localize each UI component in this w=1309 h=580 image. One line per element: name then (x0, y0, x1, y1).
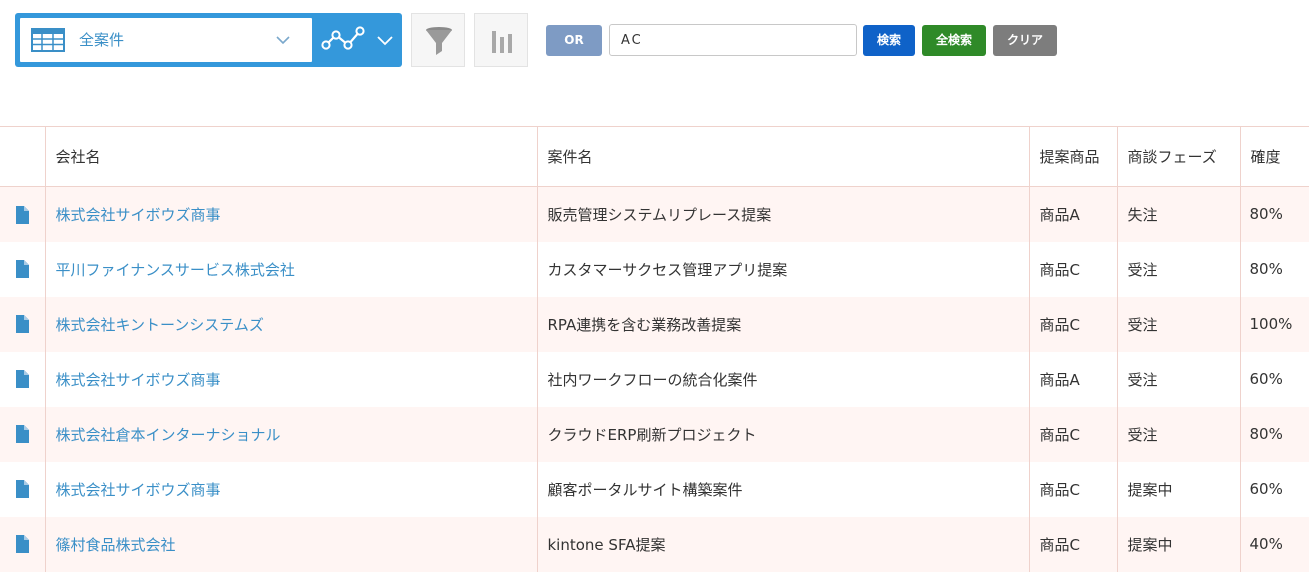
table-row: 株式会社サイボウズ商事 社内ワークフローの統合化案件 商品A 受注 60% (0, 351, 1309, 407)
phase-cell: 受注 (1116, 406, 1240, 462)
table-body: 株式会社サイボウズ商事 販売管理システムリプレース提案 商品A 失注 80% 平川ファイナ… (0, 186, 1309, 572)
product-cell: 商品C (1028, 461, 1117, 517)
probability-cell: 100% (1239, 296, 1309, 352)
header-phase[interactable]: 商談フェーズ (1116, 126, 1240, 187)
table-row: 篠村食品株式会社 kintone SFA提案 商品C 提案中 40% (0, 516, 1309, 572)
deal-cell: クラウドERP刷新プロジェクト (536, 406, 1029, 462)
record-detail-link[interactable] (0, 462, 45, 517)
table-icon (31, 28, 65, 52)
company-link[interactable]: 株式会社キントーンシステムズ (56, 316, 264, 334)
company-cell: 株式会社キントーンシステムズ (44, 296, 537, 352)
bar-chart-icon (492, 31, 512, 53)
or-toggle-button[interactable]: OR (546, 25, 602, 56)
record-detail-link[interactable] (0, 187, 45, 242)
product-cell: 商品C (1028, 516, 1117, 572)
deal-cell: 社内ワークフローの統合化案件 (536, 351, 1029, 407)
phase-cell: 受注 (1116, 241, 1240, 297)
table-row: 株式会社サイボウズ商事 顧客ポータルサイト構築案件 商品C 提案中 60% (0, 461, 1309, 517)
table-row: 平川ファイナンスサービス株式会社 カスタマーサクセス管理アプリ提案 商品C 受注 80% (0, 241, 1309, 297)
product-cell: 商品A (1028, 351, 1117, 407)
document-icon (16, 425, 30, 444)
company-link[interactable]: 株式会社サイボウズ商事 (56, 371, 221, 389)
document-icon (16, 535, 30, 554)
company-cell: 株式会社サイボウズ商事 (44, 186, 537, 242)
line-graph-icon (321, 26, 365, 50)
record-detail-link[interactable] (0, 352, 45, 407)
company-link[interactable]: 株式会社サイボウズ商事 (56, 206, 221, 224)
probability-cell: 80% (1239, 186, 1309, 242)
filter-button[interactable] (411, 13, 465, 67)
header-record-icon (0, 127, 45, 187)
probability-cell: 80% (1239, 406, 1309, 462)
chevron-down-icon (377, 36, 393, 46)
deal-cell: カスタマーサクセス管理アプリ提案 (536, 241, 1029, 297)
record-detail-link[interactable] (0, 407, 45, 462)
header-probability[interactable]: 確度 (1239, 126, 1309, 187)
company-link[interactable]: 平川ファイナンスサービス株式会社 (56, 261, 295, 279)
chart-button[interactable] (474, 13, 528, 67)
clear-button[interactable]: クリア (993, 25, 1057, 56)
toolbar: 全案件 OR AC 検索 全検索 クリア (0, 0, 1309, 126)
document-icon (16, 370, 30, 389)
company-link[interactable]: 株式会社サイボウズ商事 (56, 481, 221, 499)
deal-cell: 顧客ポータルサイト構築案件 (536, 461, 1029, 517)
company-cell: 篠村食品株式会社 (44, 516, 537, 572)
probability-cell: 40% (1239, 516, 1309, 572)
document-icon (16, 205, 30, 224)
product-cell: 商品C (1028, 241, 1117, 297)
phase-cell: 提案中 (1116, 516, 1240, 572)
graph-menu-button[interactable] (367, 13, 402, 67)
funnel-icon (426, 27, 452, 55)
document-icon (16, 315, 30, 334)
probability-cell: 80% (1239, 241, 1309, 297)
phase-cell: 受注 (1116, 351, 1240, 407)
record-detail-link[interactable] (0, 297, 45, 352)
deal-cell: RPA連携を含む業務改善提案 (536, 296, 1029, 352)
phase-cell: 失注 (1116, 186, 1240, 242)
graph-button[interactable] (307, 13, 367, 67)
view-selector-group: 全案件 (15, 13, 402, 67)
company-link[interactable]: 株式会社倉本インターナショナル (56, 426, 281, 444)
search-button[interactable]: 検索 (863, 25, 915, 56)
chevron-down-icon (276, 36, 290, 45)
view-label: 全案件 (79, 31, 125, 49)
company-cell: 株式会社倉本インターナショナル (44, 406, 537, 462)
header-deal[interactable]: 案件名 (536, 126, 1029, 187)
document-icon (16, 260, 30, 279)
product-cell: 商品C (1028, 296, 1117, 352)
company-cell: 平川ファイナンスサービス株式会社 (44, 241, 537, 297)
view-select[interactable]: 全案件 (20, 18, 312, 62)
table-row: 株式会社サイボウズ商事 販売管理システムリプレース提案 商品A 失注 80% (0, 186, 1309, 242)
product-cell: 商品C (1028, 406, 1117, 462)
table-row: 株式会社キントーンシステムズ RPA連携を含む業務改善提案 商品C 受注 100% (0, 296, 1309, 352)
table-header-row: 会社名 案件名 提案商品 商談フェーズ 確度 (0, 126, 1309, 187)
probability-cell: 60% (1239, 351, 1309, 407)
deal-cell: kintone SFA提案 (536, 516, 1029, 572)
product-cell: 商品A (1028, 186, 1117, 242)
table-row: 株式会社倉本インターナショナル クラウドERP刷新プロジェクト 商品C 受注 80% (0, 406, 1309, 462)
phase-cell: 受注 (1116, 296, 1240, 352)
records-table: 会社名 案件名 提案商品 商談フェーズ 確度 株式会社サイボウズ商事 販売管理シス… (0, 126, 1309, 572)
search-input[interactable] (609, 24, 857, 56)
company-cell: 株式会社サイボウズ商事 (44, 461, 537, 517)
header-company[interactable]: 会社名 (44, 126, 537, 187)
record-detail-link[interactable] (0, 242, 45, 297)
phase-cell: 提案中 (1116, 461, 1240, 517)
document-icon (16, 480, 30, 499)
deal-cell: 販売管理システムリプレース提案 (536, 186, 1029, 242)
probability-cell: 60% (1239, 461, 1309, 517)
company-link[interactable]: 篠村食品株式会社 (56, 536, 176, 554)
all-search-button[interactable]: 全検索 (922, 25, 986, 56)
header-product[interactable]: 提案商品 (1028, 126, 1117, 187)
company-cell: 株式会社サイボウズ商事 (44, 351, 537, 407)
record-detail-link[interactable] (0, 517, 45, 572)
